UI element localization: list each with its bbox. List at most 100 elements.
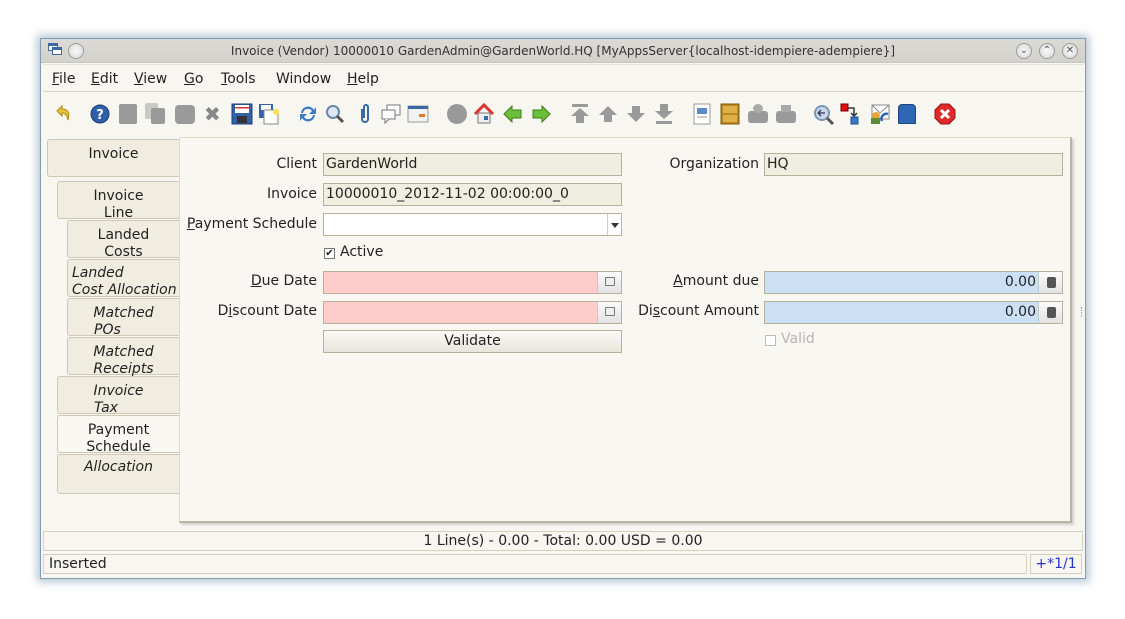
report-icon[interactable] <box>691 103 713 125</box>
amount-due-value: 0.00 <box>1004 274 1036 290</box>
home-icon[interactable] <box>473 102 495 125</box>
tab-matched-receipts[interactable]: Matched Receipts <box>67 337 179 377</box>
active-workflows-icon[interactable] <box>840 103 862 125</box>
previous-record-icon[interactable] <box>597 103 619 125</box>
delete-selection-icon[interactable]: ✖ <box>204 103 226 125</box>
splitter-handle[interactable] <box>1081 307 1084 317</box>
tab-landed-costs[interactable]: Landed Costs <box>67 220 179 260</box>
last-record-icon[interactable] <box>653 103 675 125</box>
calendar-button[interactable] <box>597 302 621 323</box>
discount-amount-value: 0.00 <box>1004 304 1036 320</box>
tab-landed-cost-allocation[interactable]: Landed Cost Allocation <box>67 259 179 298</box>
tab-label: Invoice <box>93 383 144 399</box>
attachment-icon[interactable] <box>354 103 376 125</box>
calendar-button[interactable] <box>597 272 621 293</box>
tab-label: Allocation <box>83 459 153 475</box>
client-field[interactable]: GardenWorld <box>323 153 622 176</box>
title-bar: Invoice (Vendor) 10000010 GardenAdmin@Ga… <box>41 39 1085 63</box>
calendar-icon <box>605 307 615 316</box>
delete-icon[interactable] <box>174 103 196 125</box>
help-icon[interactable]: ? <box>89 103 111 125</box>
valid-checkbox[interactable] <box>765 335 776 346</box>
request-icon[interactable] <box>868 103 890 125</box>
save-icon[interactable] <box>231 103 253 125</box>
tab-invoice[interactable]: Invoice <box>47 139 179 177</box>
menu-help[interactable]: Help <box>347 71 379 87</box>
calendar-icon <box>605 277 615 286</box>
grid-toggle-icon[interactable] <box>407 103 429 125</box>
invoice-field[interactable]: 10000010_2012-11-02 00:00:00_0 <box>323 183 622 206</box>
tab-matched-pos[interactable]: Matched POs <box>67 298 179 338</box>
due-date-field[interactable] <box>323 271 622 294</box>
active-checkbox[interactable]: ✔ <box>324 248 335 259</box>
validate-button[interactable]: Validate <box>323 330 622 353</box>
calculator-button[interactable] <box>1038 302 1062 323</box>
product-info-icon[interactable] <box>896 103 918 125</box>
payment-schedule-form: Client GardenWorld Organization HQ Invoi… <box>179 137 1072 523</box>
save-and-new-icon[interactable] <box>258 103 280 125</box>
parent-record-icon[interactable] <box>502 103 524 125</box>
calculator-icon <box>1047 277 1056 288</box>
tab-invoice-line[interactable]: Invoice Line <box>57 181 179 221</box>
record-info[interactable]: +*1/1 <box>1030 554 1082 574</box>
minimize-button[interactable]: ⌄ <box>1016 43 1032 59</box>
detail-record-icon[interactable] <box>530 103 552 125</box>
first-record-icon[interactable] <box>569 103 591 125</box>
maximize-button[interactable]: ⌃ <box>1039 43 1055 59</box>
tab-label: Landed <box>72 265 124 281</box>
print-preview-icon[interactable] <box>747 103 769 125</box>
menu-file[interactable]: File <box>52 71 75 87</box>
tab-label: Invoice <box>88 146 139 162</box>
tab-label: Matched <box>93 305 154 321</box>
discount-date-field[interactable] <box>323 301 622 324</box>
chat-icon[interactable] <box>380 103 402 125</box>
svg-text:?: ? <box>96 108 104 123</box>
tab-strip: Invoice Invoice Line Landed Costs Landed Co… <box>45 139 179 539</box>
discount-amount-field[interactable]: 0.00 <box>764 301 1063 324</box>
toolbar: ? ✖ <box>43 95 1083 135</box>
tab-label: Cost Allocation <box>72 282 177 298</box>
summary-status: 1 Line(s) - 0.00 - Total: 0.00 USD = 0.0… <box>43 531 1083 551</box>
organization-field[interactable]: HQ <box>764 153 1063 176</box>
menu-view[interactable]: View <box>134 71 167 87</box>
tab-label: Matched <box>93 344 154 360</box>
menu-bar: File Edit View Go Tools Window Help <box>43 64 1083 92</box>
find-icon[interactable] <box>324 103 346 125</box>
organization-label: Organization <box>669 156 759 172</box>
payment-schedule-select[interactable] <box>323 213 622 236</box>
menu-edit[interactable]: Edit <box>91 71 118 87</box>
next-record-icon[interactable] <box>625 103 647 125</box>
due-date-label: Due Date <box>250 273 317 289</box>
new-record-icon[interactable] <box>119 104 137 124</box>
print-icon[interactable] <box>775 103 797 125</box>
menu-tools[interactable]: Tools <box>221 71 256 87</box>
copy-record-icon[interactable] <box>145 103 167 125</box>
invoice-label: Invoice <box>266 186 317 202</box>
zoom-across-icon[interactable] <box>813 103 835 126</box>
calculator-button[interactable] <box>1038 272 1062 293</box>
menu-window[interactable]: Window <box>276 71 331 87</box>
menu-go[interactable]: Go <box>184 71 203 87</box>
application-window: Invoice (Vendor) 10000010 GardenAdmin@Ga… <box>40 38 1086 579</box>
undo-icon[interactable] <box>51 103 73 125</box>
amount-due-field[interactable]: 0.00 <box>764 271 1063 294</box>
exit-icon[interactable] <box>934 103 956 125</box>
tab-label: Landed <box>97 227 150 243</box>
history-icon[interactable] <box>446 103 468 125</box>
active-label: Active <box>340 244 384 260</box>
discount-date-label: Discount Date <box>217 303 317 319</box>
amount-due-label: Amount due <box>673 273 759 289</box>
window-title: Invoice (Vendor) 10000010 GardenAdmin@Ga… <box>230 44 896 58</box>
chevron-down-icon[interactable] <box>607 214 621 235</box>
calculator-icon <box>1047 307 1056 318</box>
discount-amount-label: Discount Amount <box>638 303 759 319</box>
tab-payment-schedule[interactable]: Payment Schedule <box>57 415 179 455</box>
valid-label: Valid <box>781 331 815 347</box>
tab-label: Invoice <box>93 188 144 204</box>
refresh-icon[interactable] <box>297 103 319 125</box>
tab-allocation[interactable]: Allocation <box>57 454 179 494</box>
close-button[interactable]: ✕ <box>1062 43 1078 59</box>
tab-label: Payment <box>87 422 150 438</box>
archive-icon[interactable] <box>719 103 741 125</box>
tab-invoice-tax[interactable]: Invoice Tax <box>57 376 179 416</box>
